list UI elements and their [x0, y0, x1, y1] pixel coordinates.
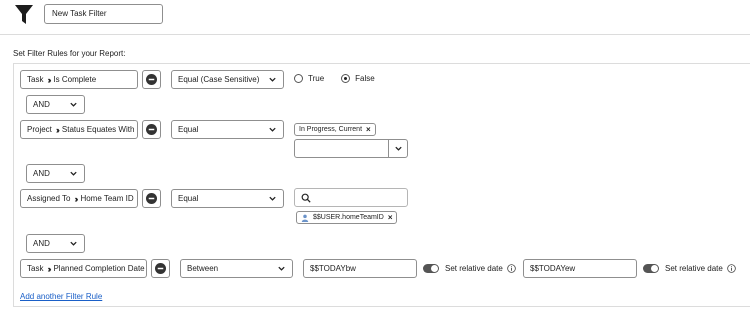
chevron-down-icon [70, 102, 77, 107]
rule-field-selector[interactable]: Task ›› Planned Completion Date [20, 259, 147, 278]
operator-value: Between [187, 264, 219, 273]
close-icon[interactable]: × [388, 213, 393, 222]
rule-object-label: Task [27, 75, 44, 84]
operator-value: Equal (Case Sensitive) [178, 75, 260, 84]
connector-select[interactable]: AND [26, 164, 85, 183]
connector-value: AND [33, 239, 50, 248]
operator-select[interactable]: Equal [171, 189, 284, 208]
funnel-icon [15, 5, 33, 24]
value-tag: $$USER.homeTeamID × [296, 211, 398, 224]
combo-input[interactable] [295, 140, 388, 157]
minus-circle-icon [146, 124, 157, 135]
add-filter-rule-link[interactable]: Add another Filter Rule [20, 292, 102, 301]
rule-field-selector[interactable]: Task ›› Is Complete [20, 70, 138, 89]
rule-field-label: Planned Completion Date [53, 264, 145, 273]
chevron-down-icon [394, 146, 402, 151]
from-date-value: $$TODAYbw [310, 264, 356, 273]
operator-select[interactable]: Between [180, 259, 293, 278]
operator-select[interactable]: Equal (Case Sensitive) [171, 70, 284, 89]
divider [0, 34, 750, 35]
rule-field-label: Is Complete [53, 75, 97, 84]
value-search-input[interactable] [294, 188, 408, 207]
rule-field-selector[interactable]: Project ›› Status Equates With [20, 120, 138, 139]
operator-value: Equal [178, 125, 199, 134]
minus-circle-icon [146, 74, 157, 85]
to-relative-toggle-row: Set relative date [643, 264, 723, 273]
double-chevron-icon: ›› [47, 263, 51, 274]
info-icon[interactable] [727, 264, 736, 273]
rule-object-label: Project [27, 125, 52, 134]
search-icon [301, 193, 311, 203]
operator-value: Equal [178, 194, 199, 203]
toggle-label: Set relative date [445, 264, 503, 273]
rule-field-label: Home Team ID [80, 194, 134, 203]
value-combobox[interactable] [294, 139, 408, 158]
connector-value: AND [33, 169, 50, 178]
to-date-value: $$TODAYew [530, 264, 576, 273]
radio-false-label: False [355, 74, 375, 83]
close-icon[interactable]: × [366, 125, 371, 134]
rule-field-label: Status Equates With [61, 125, 135, 134]
value-tag: In Progress, Current × [294, 123, 376, 136]
chevron-down-icon [278, 266, 285, 271]
from-relative-toggle-row: Set relative date [423, 264, 503, 273]
section-label: Set Filter Rules for your Report: [13, 49, 126, 58]
connector-value: AND [33, 100, 50, 109]
remove-rule-button[interactable] [151, 259, 170, 278]
combo-dropdown-button[interactable] [388, 140, 407, 157]
chevron-down-icon [70, 241, 77, 246]
remove-rule-button[interactable] [142, 70, 161, 89]
chevron-down-icon [70, 171, 77, 176]
connector-select[interactable]: AND [26, 234, 85, 253]
rule-object-label: Assigned To [27, 194, 71, 203]
filter-name-input[interactable]: New Task Filter [44, 4, 163, 24]
toggle-label: Set relative date [665, 264, 723, 273]
double-chevron-icon: ›› [47, 74, 51, 85]
minus-circle-icon [155, 263, 166, 274]
rule-field-selector[interactable]: Assigned To ›› Home Team ID [20, 189, 138, 208]
double-chevron-icon: ›› [74, 193, 78, 204]
tag-label: In Progress, Current [299, 126, 363, 133]
user-icon [301, 214, 309, 222]
remove-rule-button[interactable] [142, 120, 161, 139]
radio-group: True False [294, 74, 375, 83]
radio-true[interactable] [294, 74, 303, 83]
minus-circle-icon [146, 193, 157, 204]
relative-date-toggle[interactable] [423, 264, 439, 273]
tag-label: $$USER.homeTeamID [313, 214, 384, 221]
info-icon[interactable] [507, 264, 516, 273]
radio-false[interactable] [341, 74, 351, 83]
to-date-input[interactable]: $$TODAYew [523, 259, 637, 278]
chevron-down-icon [269, 127, 276, 132]
from-date-input[interactable]: $$TODAYbw [303, 259, 417, 278]
rule-object-label: Task [27, 264, 44, 273]
remove-rule-button[interactable] [142, 189, 161, 208]
chevron-down-icon [269, 196, 276, 201]
connector-select[interactable]: AND [26, 95, 85, 114]
relative-date-toggle[interactable] [643, 264, 659, 273]
chevron-down-icon [269, 77, 276, 82]
double-chevron-icon: ›› [55, 124, 60, 135]
radio-true-label: True [308, 74, 325, 83]
operator-select[interactable]: Equal [171, 120, 284, 139]
